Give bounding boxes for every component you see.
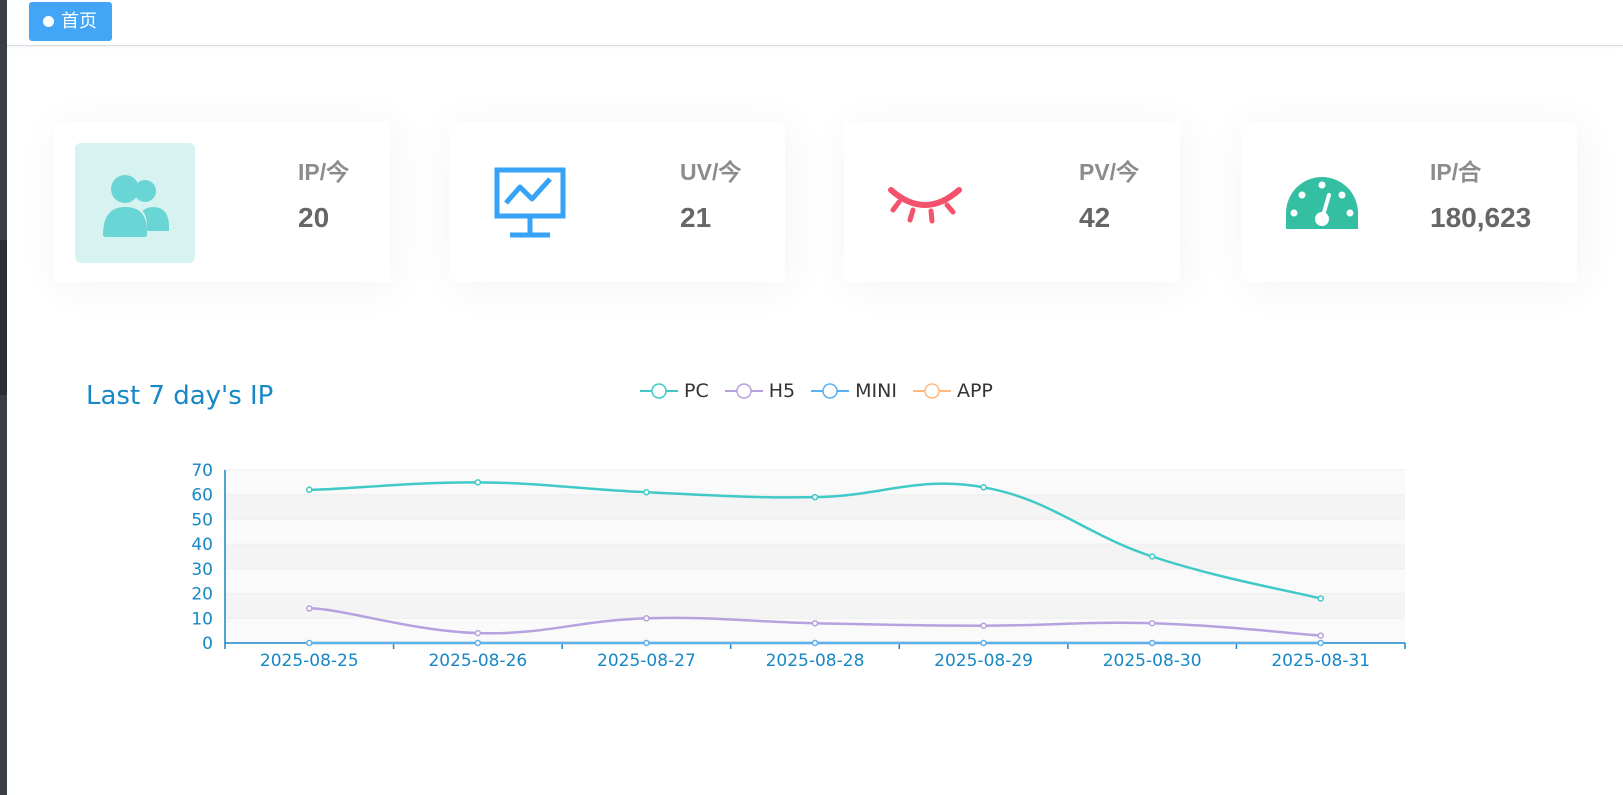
data-point (980, 484, 987, 491)
data-point (1148, 553, 1156, 560)
data-point (474, 479, 482, 486)
y-tick-label: 40 (191, 535, 213, 555)
data-point (1148, 639, 1156, 647)
y-tick-label: 30 (191, 560, 213, 580)
data-point (980, 639, 987, 647)
data-point (980, 622, 987, 629)
data-point (1317, 595, 1324, 602)
data-point (1317, 632, 1324, 639)
x-tick-label: 2025-08-25 (260, 651, 359, 671)
x-tick-label: 2025-08-31 (1271, 651, 1370, 671)
grid-band (225, 519, 1405, 545)
line-chart: 0 10 20 30 40 50 60 70 2025-08-25 2025-08-26 2025-… (191, 461, 1406, 671)
data-point (306, 486, 313, 494)
data-point (643, 639, 650, 647)
y-tick-label: 0 (202, 634, 213, 654)
data-point (811, 639, 819, 647)
data-point (474, 639, 482, 647)
x-tick-label: 2025-08-28 (766, 651, 865, 671)
data-point (643, 615, 650, 622)
y-tick-label: 60 (191, 486, 213, 506)
data-point (474, 629, 482, 637)
x-tick-label: 2025-08-29 (934, 651, 1033, 671)
data-point (811, 619, 819, 627)
grid-band (225, 593, 1405, 619)
x-tick-label: 2025-08-26 (428, 651, 527, 671)
y-tick-label: 50 (191, 510, 213, 530)
y-tick-label: 10 (191, 609, 213, 629)
data-point (306, 639, 313, 647)
grid-band (225, 470, 1405, 495)
grid-band (225, 544, 1405, 569)
data-point (643, 488, 650, 496)
grid-band (225, 568, 1405, 594)
data-point (1148, 619, 1156, 627)
y-tick-label: 70 (191, 461, 213, 481)
data-point (306, 605, 313, 612)
x-tick-label: 2025-08-27 (597, 651, 696, 671)
data-point (811, 493, 819, 501)
y-tick-label: 20 (191, 585, 213, 605)
data-point (1317, 639, 1324, 647)
x-tick-label: 2025-08-30 (1103, 651, 1202, 671)
